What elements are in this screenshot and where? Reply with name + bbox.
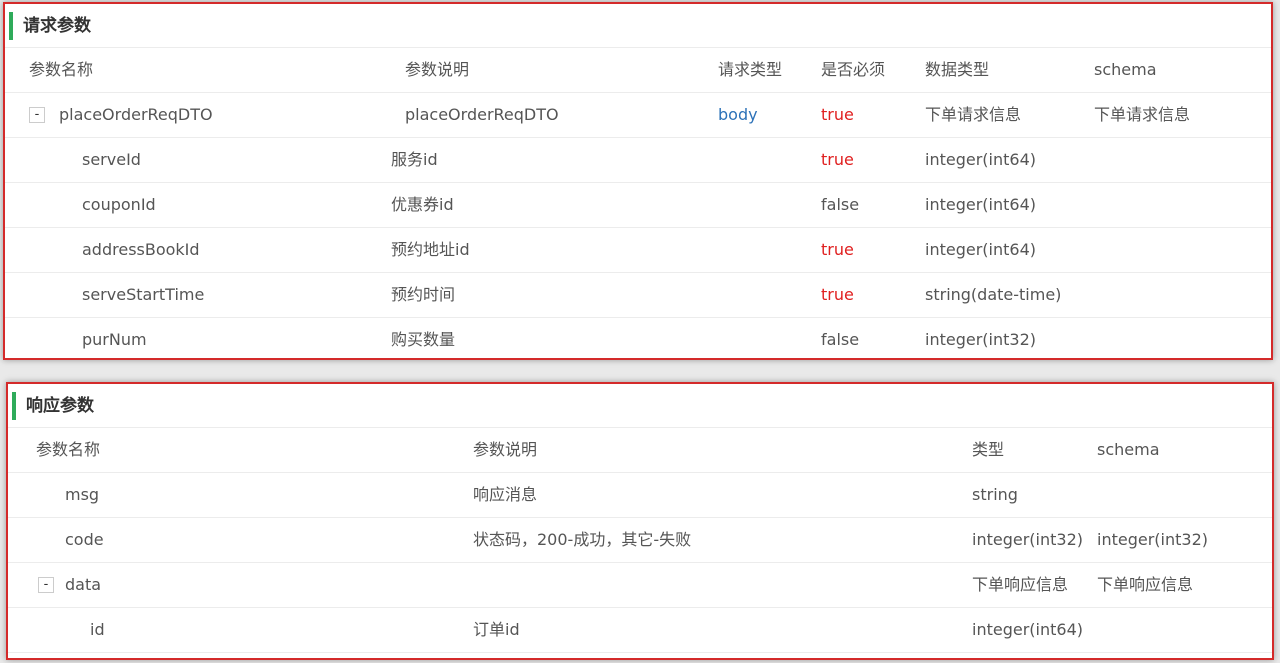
schema-link[interactable]: 下单响应信息 [1097,563,1193,607]
required-flag: false [821,330,860,349]
param-desc: 订单id [473,620,520,639]
param-name: addressBookId [82,240,200,259]
table-row: addressBookId 预约地址id true integer(int64) [5,228,1271,273]
param-desc: 优惠券id [391,195,454,214]
required-flag: true [821,240,854,259]
header-data-type: 数据类型 [925,60,990,79]
data-type: integer(int32) [972,530,1083,549]
param-name: msg [65,485,100,504]
table-row: serveId 服务id true integer(int64) [5,138,1271,183]
data-type: integer(int64) [925,240,1036,259]
param-name: code [65,530,104,549]
param-name: serveId [82,150,141,169]
response-header-row: 参数名称 参数说明 类型 schema [8,428,1272,473]
table-row: - data 下单响应信息 下单响应信息 [8,563,1272,608]
header-param-desc: 参数说明 [405,60,470,79]
param-desc: 服务id [391,150,438,169]
param-name: serveStartTime [82,285,205,304]
data-type: 下单响应信息 [972,575,1069,594]
request-params-panel: 请求参数 参数名称 参数说明 请求类型 是否必须 数据类型 schema - p… [3,2,1273,360]
schema-link[interactable]: 下单请求信息 [1094,93,1190,137]
request-header-row: 参数名称 参数说明 请求类型 是否必须 数据类型 schema [5,48,1271,93]
table-row: id 订单id integer(int64) [8,608,1272,653]
header-request-type: 请求类型 [718,60,783,79]
param-name: couponId [82,195,156,214]
request-params-title-text: 请求参数 [23,16,91,36]
response-params-panel: 响应参数 参数名称 参数说明 类型 schema msg 响应消息 string… [6,382,1274,660]
data-type: string(date-time) [925,285,1062,304]
data-type: integer(int64) [925,150,1036,169]
header-type: 类型 [972,440,1005,459]
collapse-toggle[interactable]: - [29,107,45,123]
param-desc: 购买数量 [391,330,456,349]
table-row: - placeOrderReqDTO placeOrderReqDTO body… [5,93,1271,138]
table-row: serveStartTime 预约时间 true string(date-tim… [5,273,1271,318]
table-row: couponId 优惠券id false integer(int64) [5,183,1271,228]
header-schema: schema [1094,60,1157,79]
param-desc: 预约地址id [391,240,470,259]
required-flag: true [821,150,854,169]
request-params-title: 请求参数 [5,4,1271,48]
param-desc: 状态码，200-成功，其它-失败 [473,530,692,549]
response-params-title: 响应参数 [8,384,1272,428]
param-desc: 预约时间 [391,285,456,304]
header-required: 是否必须 [821,60,886,79]
header-param-name: 参数名称 [29,60,94,79]
required-flag: true [821,285,854,304]
data-type: integer(int64) [972,620,1083,639]
title-accent-bar [9,12,13,40]
required-flag: true [821,105,854,124]
table-row: code 状态码，200-成功，其它-失败 integer(int32) int… [8,518,1272,563]
data-type: 下单请求信息 [925,105,1022,124]
param-name: placeOrderReqDTO [59,105,213,124]
required-flag: false [821,195,860,214]
data-type: integer(int32) [925,330,1036,349]
collapse-toggle[interactable]: - [38,577,54,593]
param-desc: placeOrderReqDTO [405,105,559,124]
param-desc: 响应消息 [473,485,538,504]
param-name: data [65,575,102,594]
response-params-title-text: 响应参数 [26,396,94,416]
param-name: purNum [82,330,147,349]
schema-value: integer(int32) [1097,530,1208,549]
data-type: string [972,485,1018,504]
param-name: id [90,620,105,639]
title-accent-bar [12,392,16,420]
table-row: msg 响应消息 string [8,473,1272,518]
data-type: integer(int64) [925,195,1036,214]
request-type: body [718,105,758,124]
header-param-name: 参数名称 [36,440,101,459]
table-row: purNum 购买数量 false integer(int32) [5,318,1271,358]
header-param-desc: 参数说明 [473,440,538,459]
header-schema: schema [1097,440,1160,459]
